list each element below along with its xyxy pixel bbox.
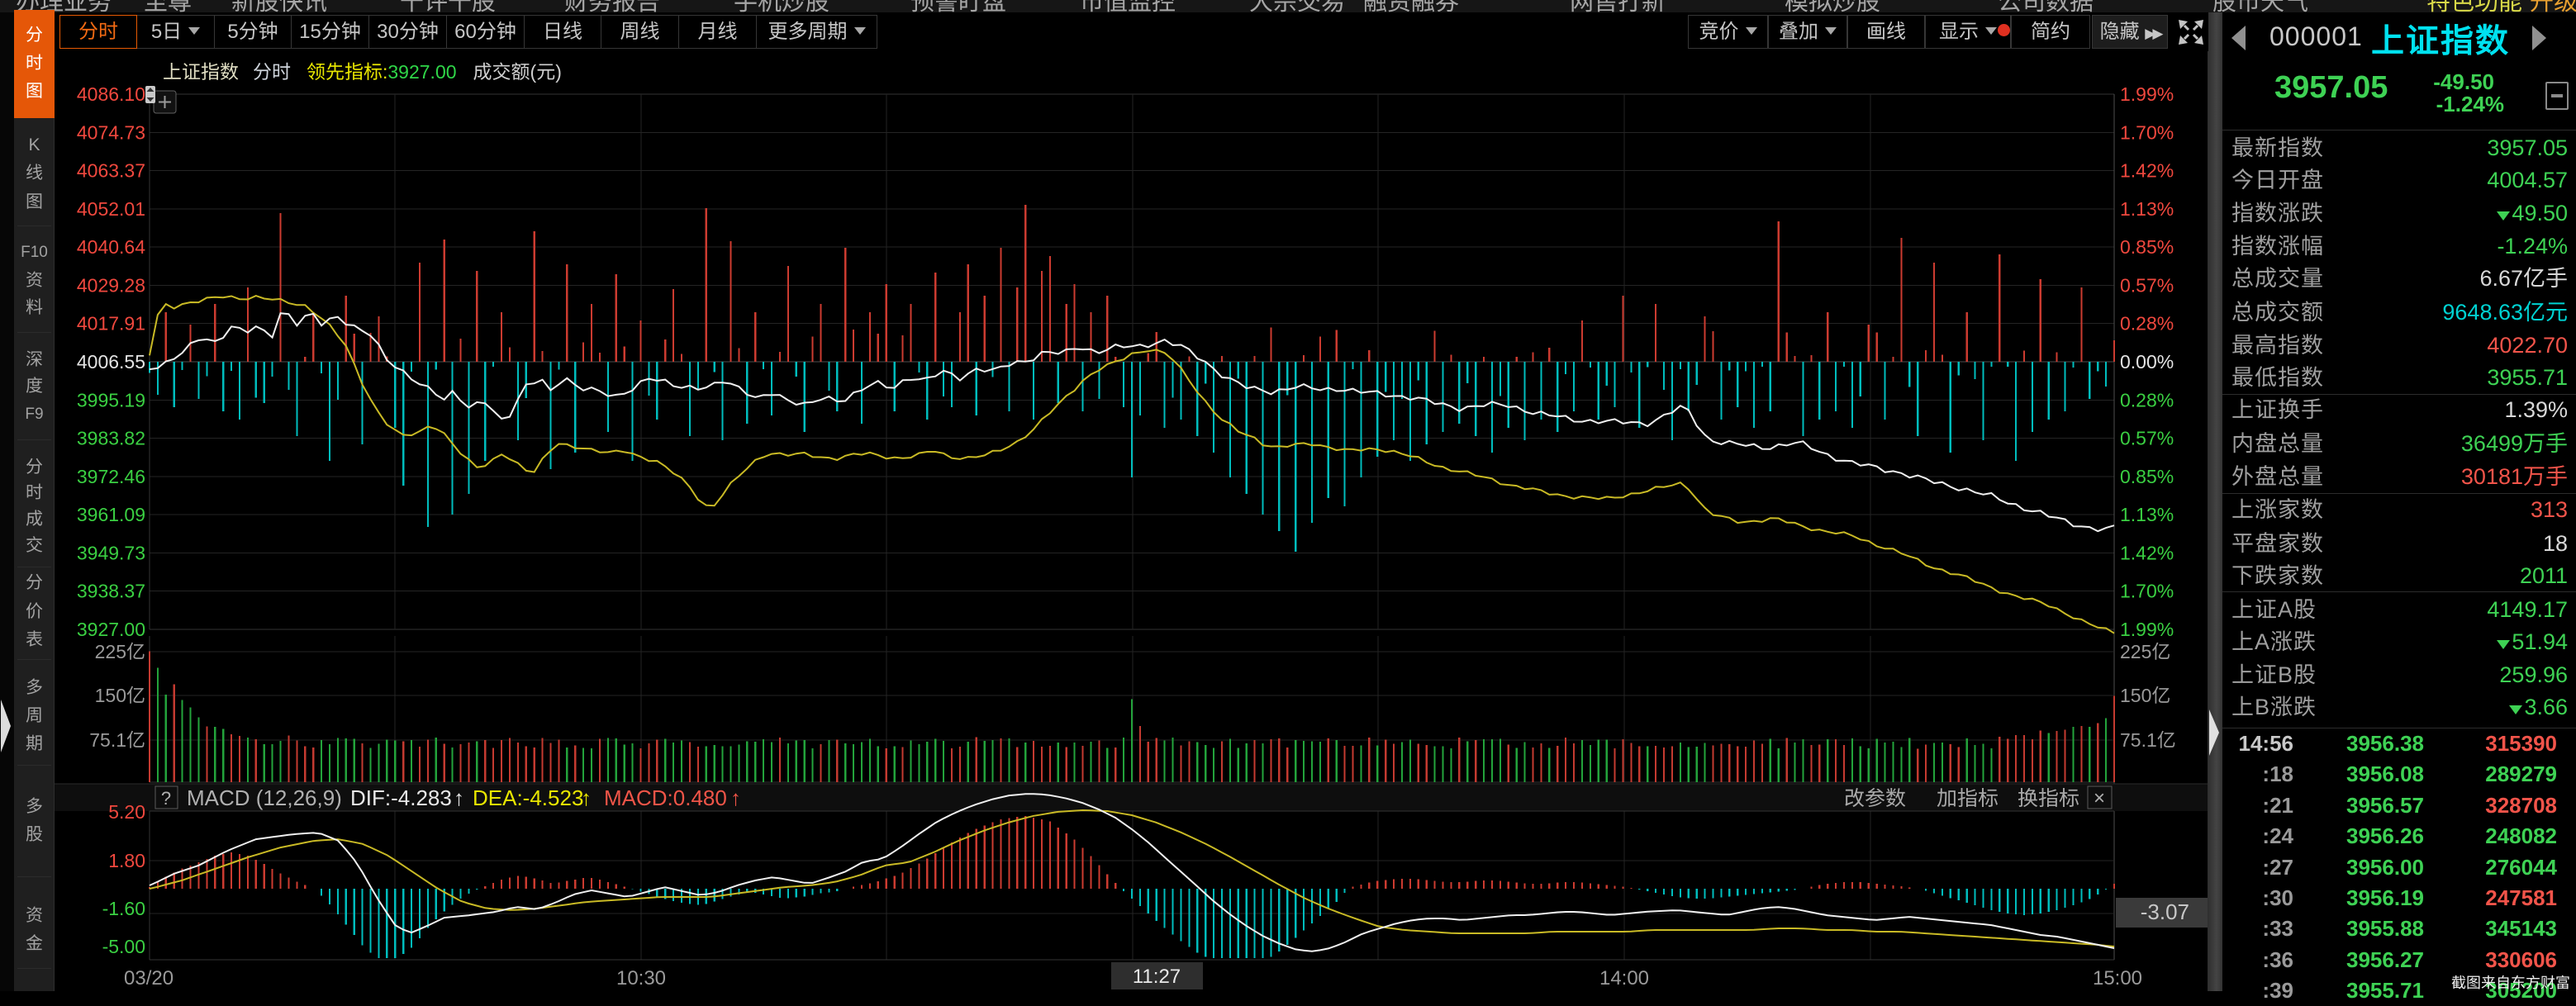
svg-text:-5.00: -5.00	[102, 936, 145, 957]
svg-text:03/20: 03/20	[124, 967, 173, 989]
svg-text:?: ?	[161, 788, 171, 809]
svg-text:4006.55: 4006.55	[77, 351, 145, 373]
svg-text:4052.01: 4052.01	[77, 198, 145, 220]
svg-text:4074.73: 4074.73	[77, 121, 145, 143]
svg-text:75.1亿: 75.1亿	[89, 729, 145, 751]
svg-text:MACD (12,26,9): MACD (12,26,9)	[187, 785, 342, 810]
svg-text:1.70%: 1.70%	[2120, 121, 2174, 143]
svg-text:换指标: 换指标	[2018, 787, 2079, 810]
svg-text:150亿: 150亿	[2120, 685, 2170, 706]
svg-text:3961.09: 3961.09	[77, 504, 145, 525]
svg-text:0.85%: 0.85%	[2120, 466, 2174, 487]
svg-text:3995.19: 3995.19	[77, 389, 145, 410]
svg-text:4029.28: 4029.28	[77, 274, 145, 296]
svg-text:DIF:-4.283: DIF:-4.283	[350, 785, 452, 810]
svg-text:3949.73: 3949.73	[77, 542, 145, 563]
svg-text:11:27: 11:27	[1133, 966, 1181, 988]
svg-text:1.42%: 1.42%	[2120, 542, 2174, 563]
svg-text:0.28%: 0.28%	[2120, 389, 2174, 410]
svg-text:4040.64: 4040.64	[77, 236, 145, 258]
svg-text:1.13%: 1.13%	[2120, 198, 2174, 220]
svg-text:3938.37: 3938.37	[77, 581, 145, 602]
svg-text:×: ×	[2094, 787, 2105, 809]
svg-text:MACD:0.480: MACD:0.480	[604, 785, 727, 810]
svg-text:3927.00: 3927.00	[77, 619, 145, 640]
svg-text:150亿: 150亿	[95, 685, 145, 706]
svg-text:改参数: 改参数	[1844, 787, 1906, 810]
svg-text:1.99%: 1.99%	[2120, 619, 2174, 640]
svg-text:1.13%: 1.13%	[2120, 504, 2174, 525]
svg-text:↑: ↑	[454, 785, 464, 810]
svg-text:225亿: 225亿	[95, 641, 145, 662]
svg-text:14:00: 14:00	[1599, 967, 1649, 989]
svg-text:75.1亿: 75.1亿	[2120, 729, 2176, 751]
svg-text:加指标: 加指标	[1937, 787, 1999, 810]
svg-text:1.70%: 1.70%	[2120, 581, 2174, 602]
svg-text:3972.46: 3972.46	[77, 466, 145, 487]
svg-text:0.57%: 0.57%	[2120, 274, 2174, 296]
svg-text:0.00%: 0.00%	[2120, 351, 2174, 373]
svg-text:5.20: 5.20	[108, 801, 145, 823]
svg-text:1.80: 1.80	[108, 850, 145, 871]
svg-text:↑: ↑	[730, 785, 741, 810]
svg-text:1.99%: 1.99%	[2120, 83, 2174, 105]
svg-text:-3.07: -3.07	[2141, 899, 2189, 924]
svg-text:0.85%: 0.85%	[2120, 236, 2174, 258]
svg-text:-1.60: -1.60	[102, 898, 145, 919]
svg-text:4086.10: 4086.10	[77, 83, 145, 105]
svg-text:4017.91: 4017.91	[77, 313, 145, 335]
svg-text:DEA:-4.523: DEA:-4.523	[473, 785, 583, 810]
svg-text:15:00: 15:00	[2093, 967, 2142, 989]
svg-text:0.57%: 0.57%	[2120, 428, 2174, 449]
svg-text:225亿: 225亿	[2120, 641, 2170, 662]
svg-text:0.28%: 0.28%	[2120, 313, 2174, 335]
svg-text:1.42%: 1.42%	[2120, 160, 2174, 182]
svg-text:4063.37: 4063.37	[77, 160, 145, 182]
svg-text:↑: ↑	[581, 785, 592, 810]
svg-text:10:30: 10:30	[616, 967, 666, 989]
svg-text:3983.82: 3983.82	[77, 428, 145, 449]
